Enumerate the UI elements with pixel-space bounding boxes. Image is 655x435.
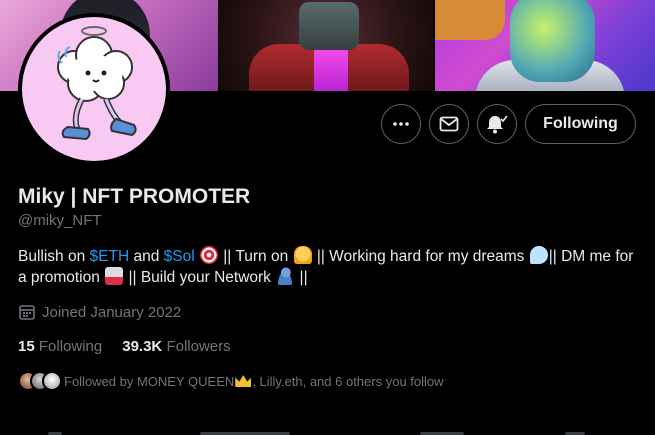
following-count-link[interactable]: 15 Following xyxy=(18,338,102,355)
bell-icon xyxy=(487,115,508,134)
bio-text: || Working hard for my dreams xyxy=(312,248,529,265)
thought-balloon-emoji-icon xyxy=(529,246,548,264)
cloud-character-icon xyxy=(57,26,137,141)
mailbox-emoji-icon xyxy=(105,267,124,285)
more-icon xyxy=(393,122,409,126)
bio-text: || Build your Network xyxy=(124,269,276,286)
banner-image-3 xyxy=(435,0,655,91)
follow-stats: 15 Following 39.3K Followers xyxy=(18,338,231,355)
banner-image-2 xyxy=(219,0,434,91)
followers-you-know-avatars xyxy=(18,371,64,391)
banner-figure-shoe xyxy=(435,0,505,40)
crown-emoji-icon xyxy=(235,375,252,387)
sol-cashtag-link[interactable]: $Sol xyxy=(164,248,195,265)
bio-text: || Turn on xyxy=(218,248,293,265)
joined-date: Joined January 2022 xyxy=(18,303,181,321)
joined-text: Joined January 2022 xyxy=(42,303,182,321)
followed-by-link[interactable]: Followed by MONEY QUEEN , Lilly.eth, and… xyxy=(18,371,444,391)
calendar-icon xyxy=(19,305,35,320)
avatar-image xyxy=(22,17,166,161)
bio-text: || xyxy=(295,269,308,286)
people-emoji-icon xyxy=(276,267,295,285)
banner-figure-head xyxy=(510,0,595,82)
bio-text: and xyxy=(129,248,164,265)
eth-cashtag-link[interactable]: $ETH xyxy=(90,248,130,265)
profile-name: Miky | NFT PROMOTER xyxy=(18,185,251,208)
more-options-button[interactable] xyxy=(381,104,421,144)
profile-tabs xyxy=(0,428,655,435)
followers-count: 39.3K xyxy=(122,338,163,355)
following-button[interactable]: Following xyxy=(525,104,636,144)
profile-bio: Bullish on $ETH and $Sol || Turn on || W… xyxy=(18,246,643,288)
bell-emoji-icon xyxy=(293,246,312,264)
following-label: Following xyxy=(38,338,103,355)
following-count: 15 xyxy=(18,338,35,355)
profile-avatar[interactable] xyxy=(18,13,170,165)
profile-handle: @miky_NFT xyxy=(18,212,102,229)
banner-figure-head xyxy=(299,2,359,50)
followed-by-suffix: , Lilly.eth, and 6 others you follow xyxy=(252,373,444,389)
followed-by-prefix: Followed by MONEY QUEEN xyxy=(64,373,235,389)
notifications-button[interactable] xyxy=(477,104,517,144)
direct-hit-emoji-icon xyxy=(199,246,218,264)
mail-icon xyxy=(439,116,459,132)
message-button[interactable] xyxy=(429,104,469,144)
followers-count-link[interactable]: 39.3K Followers xyxy=(122,338,230,355)
followers-label: Followers xyxy=(166,338,231,355)
avatar xyxy=(42,371,62,391)
bio-text: Bullish on xyxy=(18,248,90,265)
